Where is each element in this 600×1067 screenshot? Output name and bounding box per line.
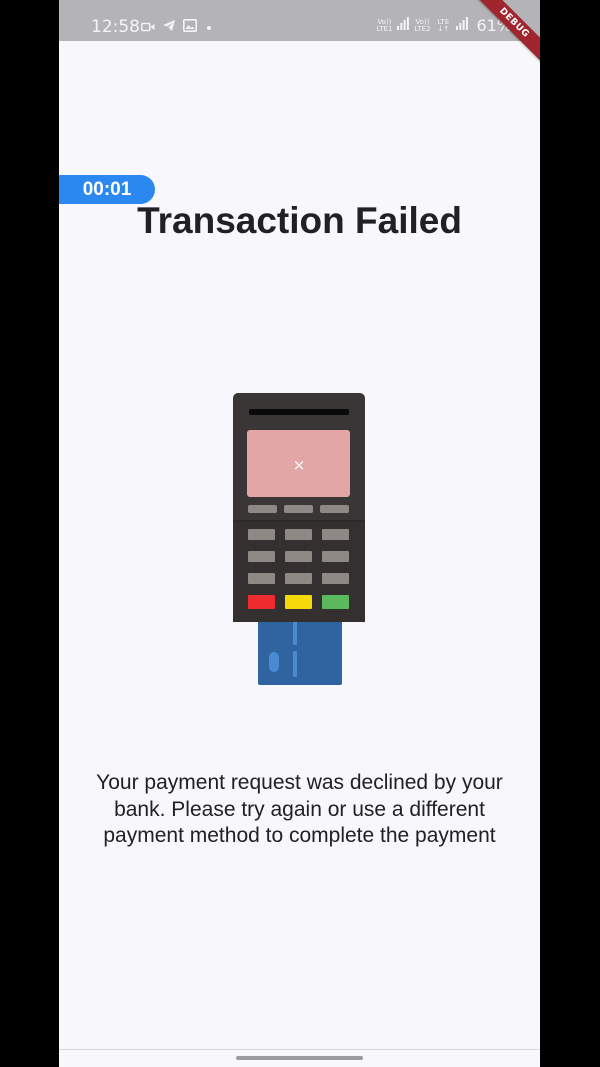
page-title: Transaction Failed	[137, 200, 462, 241]
signal-icon	[397, 16, 410, 35]
message-line: Your payment request was declined by you…	[96, 771, 503, 794]
video-icon	[141, 19, 155, 37]
app-screen: 12:58 Vo)) LTE1 Vo)) LTE2 LTE ↓↑ 61% DEB…	[59, 0, 540, 1067]
telegram-icon	[162, 19, 176, 37]
gallery-icon	[183, 19, 197, 37]
decline-message: Your payment request was declined by you…	[59, 770, 540, 850]
status-time: 12:58	[91, 17, 140, 37]
network-label-3: LTE ↓↑	[437, 17, 450, 33]
card-terminal-declined-icon: ×	[233, 393, 365, 685]
navigation-bar	[59, 1049, 540, 1067]
notification-icons	[141, 19, 214, 37]
close-icon: ×	[293, 456, 306, 474]
status-bar: 12:58 Vo)) LTE1 Vo)) LTE2 LTE ↓↑ 61% DEB…	[59, 0, 540, 68]
dot-icon	[204, 19, 214, 37]
status-right-icons: Vo)) LTE1 Vo)) LTE2 LTE ↓↑ 61%	[376, 16, 512, 35]
network-label-2: Vo)) LTE2	[414, 17, 431, 33]
home-gesture-handle[interactable]	[236, 1056, 363, 1060]
message-line: payment method to complete the payment	[103, 824, 496, 847]
signal-icon	[456, 16, 469, 35]
network-label-1: Vo)) LTE1	[376, 17, 393, 33]
message-line: bank. Please try again or use a differen…	[114, 797, 485, 821]
